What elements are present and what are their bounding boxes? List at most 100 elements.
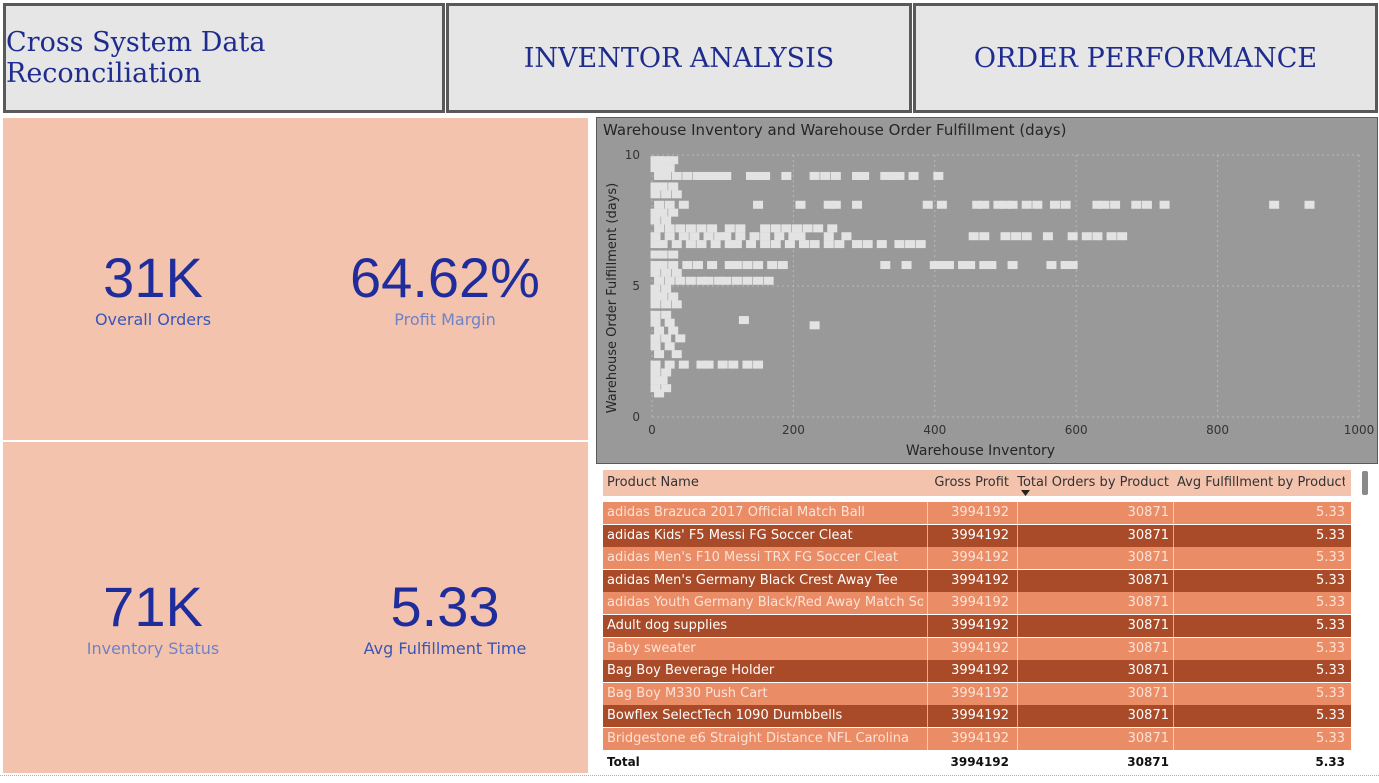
data-point[interactable] <box>678 360 689 369</box>
data-point[interactable] <box>933 171 944 180</box>
data-point[interactable] <box>809 321 820 330</box>
data-point[interactable] <box>661 216 672 225</box>
data-point[interactable] <box>1011 232 1022 241</box>
data-point[interactable] <box>1000 232 1011 241</box>
data-point[interactable] <box>809 171 820 180</box>
data-point[interactable] <box>777 261 788 270</box>
table-row[interactable]: adidas Brazuca 2017 Official Match Ball 3… <box>603 502 1351 524</box>
data-point[interactable] <box>661 284 672 293</box>
product-table[interactable]: Product Name Gross Profit Total Orders b… <box>596 468 1378 774</box>
data-point[interactable] <box>650 284 661 293</box>
data-point[interactable] <box>859 171 870 180</box>
data-point[interactable] <box>862 240 873 249</box>
data-point[interactable] <box>654 200 665 209</box>
data-point[interactable] <box>781 224 792 233</box>
data-point[interactable] <box>749 232 760 241</box>
data-point[interactable] <box>696 224 707 233</box>
data-point[interactable] <box>671 350 682 359</box>
data-point[interactable] <box>657 376 668 385</box>
header-product-name[interactable]: Product Name <box>607 470 923 496</box>
table-row[interactable]: Bag Boy M330 Push Cart 3994192 30871 5.33 <box>603 682 1351 705</box>
data-point[interactable] <box>936 200 947 209</box>
nav-button-inventory-analysis[interactable]: INVENTOR ANALYSIS <box>446 3 912 113</box>
data-point[interactable] <box>1067 261 1078 270</box>
data-point[interactable] <box>852 200 863 209</box>
data-point[interactable] <box>915 240 926 249</box>
data-point[interactable] <box>650 310 661 319</box>
data-point[interactable] <box>721 276 732 285</box>
data-point[interactable] <box>664 360 675 369</box>
nav-button-reconciliation[interactable]: Cross System Data Reconciliation <box>3 3 445 113</box>
data-point[interactable] <box>830 200 841 209</box>
data-point[interactable] <box>668 292 679 301</box>
data-point[interactable] <box>654 224 665 233</box>
data-point[interactable] <box>650 232 661 241</box>
data-point[interactable] <box>742 261 753 270</box>
data-point[interactable] <box>721 232 732 241</box>
data-point[interactable] <box>767 261 778 270</box>
data-point[interactable] <box>979 200 990 209</box>
data-point[interactable] <box>654 389 665 398</box>
data-point[interactable] <box>795 232 806 241</box>
data-point[interactable] <box>685 276 696 285</box>
table-row[interactable]: adidas Kids' F5 Messi FG Soccer Cleat 399… <box>603 524 1351 547</box>
data-point[interactable] <box>692 261 703 270</box>
data-point[interactable] <box>784 240 795 249</box>
table-row[interactable]: Adult dog supplies 3994192 30871 5.33 <box>603 615 1351 637</box>
data-point[interactable] <box>894 171 905 180</box>
data-point[interactable] <box>657 261 668 270</box>
data-point[interactable] <box>703 232 714 241</box>
table-row[interactable]: Bridgestone e6 Straight Distance NFL Car… <box>603 728 1351 750</box>
data-point[interactable] <box>650 268 661 277</box>
data-point[interactable] <box>802 224 813 233</box>
data-point[interactable] <box>841 232 852 241</box>
data-point[interactable] <box>731 261 742 270</box>
data-point[interactable] <box>664 232 675 241</box>
data-point[interactable] <box>753 200 764 209</box>
data-point[interactable] <box>770 224 781 233</box>
data-point[interactable] <box>1099 200 1110 209</box>
data-point[interactable] <box>664 224 675 233</box>
data-point[interactable] <box>650 190 661 199</box>
data-point[interactable] <box>760 232 771 241</box>
table-row[interactable]: Baby sweater 3994192 30871 5.33 <box>603 637 1351 660</box>
data-point[interactable] <box>1106 232 1117 241</box>
data-point[interactable] <box>717 360 728 369</box>
data-point[interactable] <box>1110 200 1121 209</box>
data-point[interactable] <box>852 240 863 249</box>
data-point[interactable] <box>1067 232 1078 241</box>
data-point[interactable] <box>654 276 665 285</box>
data-point[interactable] <box>657 240 668 249</box>
data-point[interactable] <box>724 224 735 233</box>
table-row[interactable]: Bowflex SelectTech 1090 Dumbbells 3994192… <box>603 705 1351 728</box>
header-total-orders[interactable]: Total Orders by Product <box>1015 470 1169 496</box>
data-point[interactable] <box>703 360 714 369</box>
data-point[interactable] <box>650 318 661 327</box>
header-avg-fulfillment[interactable]: Avg Fulfillment by Product <box>1177 470 1345 496</box>
sort-desc-icon[interactable] <box>1021 490 1030 496</box>
data-point[interactable] <box>664 276 675 285</box>
data-point[interactable] <box>1117 232 1128 241</box>
data-point[interactable] <box>760 171 771 180</box>
data-point[interactable] <box>707 224 718 233</box>
table-row[interactable]: adidas Youth Germany Black/Red Away Matc… <box>603 592 1351 615</box>
data-point[interactable] <box>922 200 933 209</box>
data-point[interactable] <box>1304 200 1315 209</box>
data-point[interactable] <box>1021 232 1032 241</box>
data-point[interactable] <box>678 232 689 241</box>
data-point[interactable] <box>753 276 764 285</box>
data-point[interactable] <box>661 190 672 199</box>
data-point[interactable] <box>650 334 661 343</box>
data-point[interactable] <box>657 208 668 217</box>
data-point[interactable] <box>905 240 916 249</box>
data-point[interactable] <box>671 171 682 180</box>
data-point[interactable] <box>823 240 834 249</box>
data-point[interactable] <box>650 360 661 369</box>
data-point[interactable] <box>834 240 845 249</box>
data-point[interactable] <box>685 240 696 249</box>
data-point[interactable] <box>965 261 976 270</box>
data-point[interactable] <box>943 261 954 270</box>
data-point[interactable] <box>703 276 714 285</box>
data-point[interactable] <box>742 360 753 369</box>
data-point[interactable] <box>661 171 672 180</box>
